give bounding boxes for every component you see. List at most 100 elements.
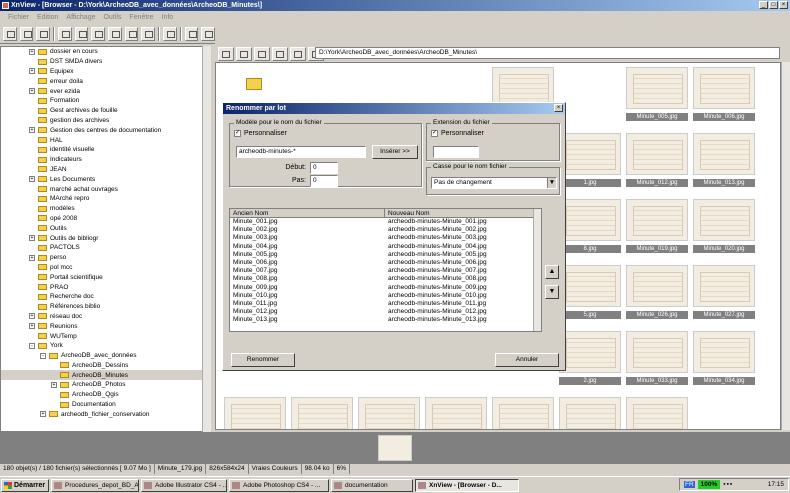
folder-open-icon[interactable] [19,26,34,41]
case-select[interactable]: Pas de changement ▼ [431,177,557,189]
close-icon[interactable]: × [779,1,788,9]
tree-item[interactable]: Formation [1,96,210,106]
thumbnail-image[interactable] [626,199,688,241]
expander-icon[interactable]: - [40,352,46,359]
thumbnail-image[interactable] [626,133,688,175]
debut-input[interactable]: 0 [310,162,338,174]
tree-item[interactable]: + dossier en cours [1,47,210,57]
expander-icon[interactable]: + [29,176,35,183]
taskbar-button[interactable]: Adobe Illustrator CS4 - ... [141,478,227,492]
print-icon[interactable] [58,26,72,41]
taskbar-button[interactable]: Procedures_depot_BD_A... [51,478,139,492]
expander-icon[interactable]: + [51,381,57,388]
thumbnail-image[interactable] [693,199,755,241]
minimize-icon[interactable]: _ [759,1,768,9]
tree-item[interactable]: WUTemp [1,331,210,341]
tree-item[interactable]: ArcheoDB_Qgis [1,390,210,400]
fullscreen-icon[interactable] [124,26,139,41]
thumbnail-image[interactable] [693,67,755,109]
tree-item[interactable]: opé 2008 [1,214,210,224]
tree-item[interactable]: Portail scientifique [1,272,210,282]
sort-icon[interactable] [290,47,306,61]
taskbar-button[interactable]: documentation [331,478,413,492]
table-row[interactable]: Minute_013.jpg archeodb-minutes-Minute_01… [230,316,541,324]
table-row[interactable]: Minute_012.jpg archeodb-minutes-Minute_01… [230,308,541,316]
thumbnail-image[interactable] [559,199,621,241]
thumbnail-image[interactable] [626,67,688,109]
thumbnail-image[interactable] [693,133,755,175]
dialog-close-icon[interactable]: × [554,104,563,112]
table-row[interactable]: Minute_003.jpg archeodb-minutes-Minute_00… [230,234,541,242]
tree-item[interactable]: MArché repro [1,194,210,204]
thumbnail-image[interactable] [559,331,621,373]
menu-3[interactable]: Outils [99,14,125,21]
cancel-button[interactable]: Annuler [495,353,559,367]
parent-folder-icon[interactable] [246,78,262,90]
tree-item[interactable]: Indicateurs [1,155,210,165]
tree-item[interactable]: PACTOLS [1,243,210,253]
expander-icon[interactable]: + [40,411,46,418]
taskbar-button[interactable]: XnView - [Browser - D... [415,478,519,492]
expander-icon[interactable]: + [29,48,35,55]
thumbnail-image[interactable] [291,397,353,429]
thumbnail-image[interactable] [492,397,554,429]
expander-icon[interactable]: + [29,68,35,75]
pas-input[interactable]: 0 [310,175,338,187]
thumbnail-image[interactable] [224,397,286,429]
tree-item[interactable]: + ever ezida [1,86,210,96]
view-mode-icon[interactable] [163,26,177,41]
tree-item[interactable]: + ArcheoDB_Photos [1,380,210,390]
capture-icon[interactable] [91,26,106,41]
table-row[interactable]: Minute_006.jpg archeodb-minutes-Minute_00… [230,259,541,267]
tree-item[interactable]: Références biblio [1,302,210,312]
path-input[interactable]: D:\York\ArcheoDB_avec_données\ArcheoDB_M… [315,47,780,59]
gear-icon[interactable] [184,26,199,41]
tree-item[interactable]: + perso [1,253,210,263]
up-folder-icon[interactable] [218,47,234,61]
table-row[interactable]: Minute_001.jpg archeodb-minutes-Minute_00… [230,218,541,226]
tree-item[interactable]: + Reunions [1,321,210,331]
personnaliser-checkbox[interactable]: ✓ Personnaliser [234,130,287,137]
move-up-button[interactable]: ▲ [545,265,559,279]
tree-item[interactable]: modèles [1,204,210,214]
thumbnail-image[interactable] [559,397,621,429]
menu-4[interactable]: Fenêtre [125,14,157,21]
slideshow-icon[interactable] [141,26,156,41]
table-row[interactable]: Minute_009.jpg archeodb-minutes-Minute_00… [230,284,541,292]
table-row[interactable]: Minute_010.jpg archeodb-minutes-Minute_01… [230,292,541,300]
insert-button[interactable]: Insérer >> [372,145,418,159]
extension-input[interactable] [433,146,479,158]
tree-item[interactable]: + Equipex [1,67,210,77]
tree-item[interactable]: - York [1,341,210,351]
scan-icon[interactable] [74,26,89,41]
expander-icon[interactable]: + [29,88,35,95]
tree-item[interactable]: + Outils de bibliogr [1,233,210,243]
tree-scrollbar[interactable] [202,46,211,432]
tree-item[interactable]: gestion des archives [1,116,210,126]
col-old-name[interactable]: Ancien Nom [230,209,385,217]
tree-item[interactable]: Documentation [1,400,210,410]
table-row[interactable]: Minute_005.jpg archeodb-minutes-Minute_00… [230,251,541,259]
tree-item[interactable]: erreur doila [1,76,210,86]
menu-2[interactable]: Affichage [62,14,99,21]
tree-item[interactable]: marché achat ouvrages [1,184,210,194]
monitor-icon[interactable] [108,26,122,41]
col-new-name[interactable]: Nouveau Nom [385,209,535,217]
tree-item[interactable]: HAL [1,135,210,145]
expander-icon[interactable]: + [29,323,35,330]
tree-item[interactable]: DST SMDA divers [1,57,210,67]
thumbnail-scrollbar[interactable] [781,62,790,430]
thumbnail-image[interactable] [559,133,621,175]
tree-item[interactable]: Gest archives de fouille [1,106,210,116]
table-row[interactable]: Minute_008.jpg archeodb-minutes-Minute_00… [230,275,541,283]
browser-icon[interactable] [3,26,17,41]
filmstrip-thumbnail[interactable] [378,435,412,461]
tree-item[interactable]: ArcheoDB_Dessins [1,361,210,371]
thumbnail-image[interactable] [693,265,755,307]
tree-item[interactable]: PRAO [1,282,210,292]
expander-icon[interactable]: + [29,235,35,242]
tree-item[interactable]: JEAN [1,165,210,175]
expander-icon[interactable]: + [29,127,35,134]
tree-item[interactable]: pol mcc [1,263,210,273]
help-icon[interactable] [201,26,216,41]
